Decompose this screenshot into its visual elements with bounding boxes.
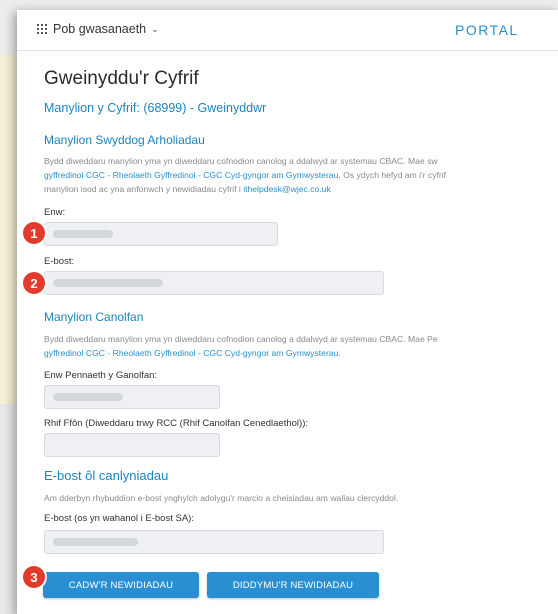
account-card: Pob gwasanaeth ⌄ PORTAL Gweinyddu'r Cyfr… [17,10,558,614]
info-line-2-text: Os ydych hefyd am i'r cyfrif [340,170,447,180]
name-field[interactable] [44,222,278,246]
centre-info-link[interactable]: gyffredinol CGC - Rheolaeth Gyffredinol … [44,348,341,358]
phone-label: Rhif Ffôn (Diweddaru trwy RCC (Rhif Cano… [44,418,308,429]
cancel-changes-button[interactable]: DIDDYMU'R NEWIDIADAU [207,572,379,598]
results-email-info: Am dderbyn rhybuddion e-bost ynghylch ad… [44,493,399,503]
top-bar: Pob gwasanaeth ⌄ PORTAL [17,10,558,51]
info-link[interactable]: gyffredinol CGC - Rheolaeth Gyffredinol … [44,170,341,180]
redacted-value [53,230,113,238]
save-changes-button[interactable]: CADW'R NEWIDIADAU [43,572,199,598]
centre-info: Bydd diweddaru manylion yma yn diweddaru… [44,332,558,360]
apps-menu[interactable]: Pob gwasanaeth ⌄ [37,22,159,36]
email-field[interactable] [44,271,384,295]
helpdesk-email-link[interactable]: ithelpdesk@wjec.co.uk [243,184,331,194]
info-line-2: gyffredinol CGC - Rheolaeth Gyffredinol … [44,168,558,182]
centre-info-line-1: Bydd diweddaru manylion yma yn diweddaru… [44,334,438,344]
redacted-value [53,393,123,401]
results-email-heading: E-bost ôl canlyniadau [44,468,169,483]
results-email-field[interactable] [44,530,384,554]
redacted-value [53,538,138,546]
apps-menu-label: Pob gwasanaeth [53,22,147,36]
redacted-value [53,279,163,287]
info-line-3: manylion isod ac yna anfonwch y newidiad… [44,182,558,196]
callout-3: 3 [23,566,45,588]
portal-link[interactable]: PORTAL [455,22,519,38]
email-label: E-bost: [44,256,75,267]
chevron-down-icon: ⌄ [151,23,159,34]
info-line-1: Bydd diweddaru manylion yma yn diweddaru… [44,156,438,166]
phone-field[interactable] [44,433,220,457]
exam-officer-info: Bydd diweddaru manylion yma yn diweddaru… [44,154,558,196]
name-label: Enw: [44,207,66,218]
exam-officer-heading: Manylion Swyddog Arholiadau [44,133,205,147]
info-line-3-text: manylion isod ac yna anfonwch y newidiad… [44,184,244,194]
head-of-centre-label: Enw Pennaeth y Ganolfan: [44,370,158,381]
head-of-centre-field[interactable] [44,385,220,409]
centre-heading: Manylion Canolfan [44,310,144,324]
callout-2: 2 [23,272,45,294]
page-title: Gweinyddu'r Cyfrif [44,68,199,89]
grid-icon [37,24,47,34]
callout-1: 1 [23,222,45,244]
account-details: Manylion y Cyfrif: (68999) - Gweinyddwr [44,101,267,115]
results-email-label: E-bost (os yn wahanol i E-bost SA): [44,513,194,524]
